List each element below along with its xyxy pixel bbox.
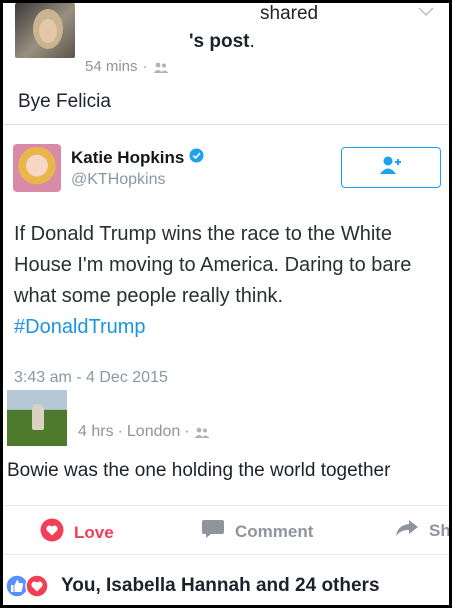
shared-post-link[interactable]: 's post. xyxy=(189,31,255,53)
tweet-text: If Donald Trump wins the race to the Whi… xyxy=(14,223,412,307)
post-meta: 54 mins · xyxy=(85,58,169,75)
shared-label: shared xyxy=(260,3,319,24)
comment-label: Comment xyxy=(235,521,314,541)
comment-location[interactable]: London xyxy=(127,423,180,441)
comment-time[interactable]: 4 hrs xyxy=(78,423,114,441)
comment-meta: 4 hrs · London · xyxy=(78,423,210,441)
tweet-body: If Donald Trump wins the race to the Whi… xyxy=(14,219,439,343)
friends-audience-icon[interactable] xyxy=(153,61,169,73)
heart-icon xyxy=(40,518,64,547)
facebook-post: shared 's post. 54 mins · Bye Felicia Ka… xyxy=(3,3,449,605)
post-period: . xyxy=(249,31,255,52)
tweet-author-avatar[interactable] xyxy=(13,144,61,192)
post-time[interactable]: 54 mins xyxy=(85,58,138,75)
love-button[interactable]: Love xyxy=(40,518,114,547)
sharer-avatar[interactable] xyxy=(15,3,75,58)
post-suffix: 's post xyxy=(189,31,250,52)
tweet-author-name-row[interactable]: Katie Hopkins xyxy=(71,148,204,168)
meta-separator: · xyxy=(142,58,148,75)
comment-separator: · xyxy=(117,423,123,440)
follow-button[interactable] xyxy=(341,147,441,188)
embedded-tweet[interactable]: Katie Hopkins @KTHopkins If Donald Trump… xyxy=(3,124,449,394)
commenter-avatar[interactable] xyxy=(7,390,67,446)
share-button[interactable]: Sh xyxy=(395,518,449,543)
status-text: Bye Felicia xyxy=(18,91,111,112)
comment-bubble-icon xyxy=(201,518,225,545)
share-label: Sh xyxy=(429,520,449,540)
friends-audience-icon[interactable] xyxy=(194,426,210,438)
tweet-timestamp[interactable]: 3:43 am - 4 Dec 2015 xyxy=(14,369,168,387)
reactions-summary[interactable]: You, Isabella Hannah and 24 others xyxy=(3,554,449,605)
comment-text: Bowie was the one holding the world toge… xyxy=(7,460,391,481)
share-arrow-icon xyxy=(395,518,419,543)
follow-user-icon xyxy=(378,155,404,180)
comment-separator: · xyxy=(184,423,190,440)
tweet-author-name[interactable]: Katie Hopkins xyxy=(71,148,184,168)
tweet-author-handle[interactable]: @KTHopkins xyxy=(71,171,166,189)
action-bar: Love Comment Sh xyxy=(3,505,449,549)
reaction-icons xyxy=(5,574,49,603)
comment-button[interactable]: Comment xyxy=(201,518,313,545)
verified-badge-icon xyxy=(189,148,204,168)
chevron-down-icon[interactable] xyxy=(417,5,435,19)
love-reaction-icon xyxy=(25,574,49,603)
tweet-hashtag[interactable]: #DonaldTrump xyxy=(14,316,146,338)
reactions-text[interactable]: You, Isabella Hannah and 24 others xyxy=(61,575,380,597)
love-label: Love xyxy=(74,522,114,542)
